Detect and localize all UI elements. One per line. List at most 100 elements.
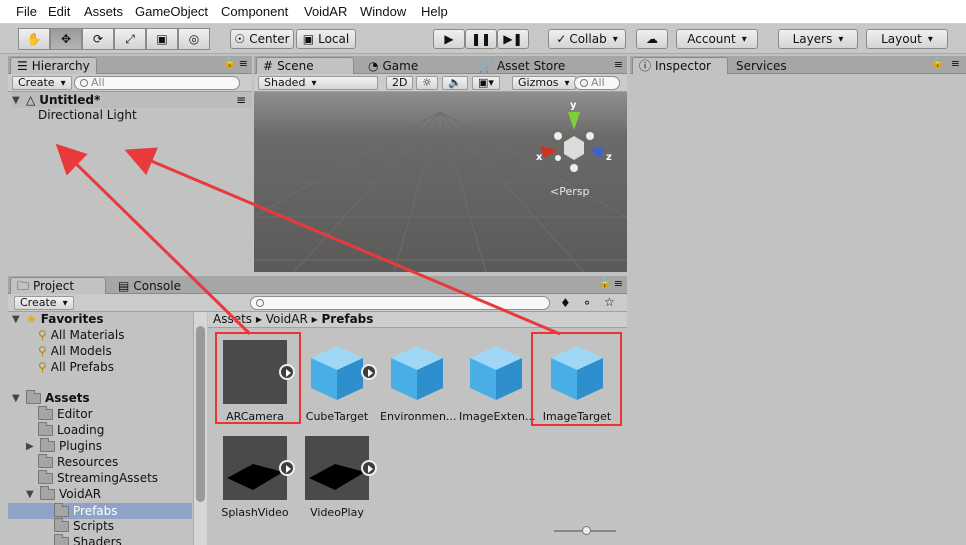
folder-item[interactable]: Shaders	[54, 533, 122, 545]
asset-item[interactable]: ImageExten...	[459, 340, 535, 423]
folder-item[interactable]: ▶ Plugins	[26, 437, 102, 453]
account-dropdown[interactable]: Account	[676, 29, 758, 49]
project-create-button[interactable]: Create	[14, 296, 74, 310]
play-icon[interactable]	[361, 364, 377, 380]
folder-item[interactable]: StreamingAssets	[38, 469, 158, 485]
rotate-tool-button[interactable]: ⟳	[82, 28, 114, 50]
tab-hierarchy[interactable]: ☰ Hierarchy	[10, 57, 97, 74]
layers-dropdown[interactable]: Layers	[778, 29, 858, 49]
breadcrumb-item[interactable]: VoidAR	[266, 312, 308, 326]
filter-type-icon[interactable]: ♦	[560, 296, 571, 310]
scrollbar-thumb[interactable]	[196, 326, 205, 502]
tab-services[interactable]: Services	[730, 57, 793, 74]
slider-handle[interactable]	[582, 526, 591, 535]
folder-item[interactable]: Loading	[38, 421, 105, 437]
asset-item[interactable]: CubeTarget	[300, 340, 377, 423]
project-search-input[interactable]	[250, 296, 550, 310]
scene-row[interactable]: ▼ △ Untitled* ≡	[12, 92, 252, 108]
menu-assets[interactable]: Assets	[84, 4, 123, 19]
folder-item[interactable]: Scripts	[54, 517, 115, 533]
thumbnail-size-slider[interactable]	[554, 526, 616, 535]
layout-label: Layout	[881, 32, 922, 46]
step-button[interactable]: ▶❚	[497, 29, 529, 49]
pivot-button[interactable]: ☉ Center	[230, 29, 294, 49]
menu-edit[interactable]: Edit	[48, 4, 70, 19]
inspector-panel: ⓘ Inspector Services 🔒 ≡	[630, 56, 966, 545]
scene-menu-icon[interactable]: ≡	[236, 93, 246, 107]
menu-window[interactable]: Window	[360, 4, 406, 19]
folder-item[interactable]: Editor	[38, 405, 93, 421]
menu-gameobject[interactable]: GameObject	[135, 4, 208, 19]
hand-tool-button[interactable]: ✋	[18, 28, 50, 50]
tab-scene[interactable]: # Scene	[256, 57, 354, 74]
effects-button[interactable]: ▣▾	[472, 76, 500, 90]
play-icon[interactable]	[361, 460, 377, 476]
play-button[interactable]: ▶	[433, 29, 465, 49]
space-label: Local	[318, 32, 350, 46]
lighting-button[interactable]: ☼	[416, 76, 438, 90]
expand-icon[interactable]: ▼	[12, 393, 22, 404]
breadcrumb-item[interactable]: Assets	[213, 312, 252, 326]
tab-asset-store[interactable]: 🛒 Asset Store	[472, 57, 571, 74]
transform-tool-button[interactable]: ◎	[178, 28, 210, 50]
tab-game[interactable]: ◔ Game	[362, 57, 424, 74]
mode-2d-button[interactable]: 2D	[386, 76, 414, 90]
hierarchy-item[interactable]: Directional Light	[38, 108, 137, 122]
shading-dropdown[interactable]: Shaded	[258, 76, 378, 90]
expand-icon[interactable]: ▼	[26, 489, 36, 500]
filter-label-icon[interactable]: ⚬	[582, 296, 592, 310]
tree-scrollbar[interactable]	[193, 312, 207, 545]
space-button[interactable]: ▣ Local	[296, 29, 356, 49]
collab-dropdown[interactable]: ✓ Collab	[548, 29, 626, 49]
collapse-icon[interactable]: ▶	[26, 441, 36, 452]
expand-icon[interactable]: ▼	[12, 314, 22, 325]
lock-icon[interactable]: 🔒	[932, 58, 944, 69]
tab-console[interactable]: ▤ Console	[112, 277, 187, 294]
cloud-button[interactable]: ☁	[636, 29, 668, 49]
tab-project[interactable]: 🗀 Project	[10, 277, 106, 294]
folder-label: Loading	[57, 423, 105, 437]
folder-item-selected[interactable]: Prefabs	[8, 502, 192, 519]
layout-dropdown[interactable]: Layout	[866, 29, 948, 49]
menu-help[interactable]: Help	[421, 4, 448, 19]
menu-component[interactable]: Component	[221, 4, 288, 19]
favorite-star-icon[interactable]: ☆	[604, 295, 615, 309]
asset-item[interactable]: VideoPlay	[300, 436, 377, 519]
scene-viewport[interactable]: y x z <Persp	[254, 92, 627, 272]
persp-label[interactable]: <Persp	[550, 185, 589, 198]
folder-label: Scripts	[73, 519, 115, 533]
favorite-item[interactable]: ⚲ All Prefabs	[38, 360, 114, 374]
folder-item[interactable]: ▼ VoidAR	[26, 485, 101, 501]
expand-icon[interactable]: ▼	[12, 95, 22, 106]
move-tool-button[interactable]: ✥	[50, 28, 82, 50]
audio-button[interactable]: 🔈	[442, 76, 468, 90]
favorite-item[interactable]: ⚲ All Materials	[38, 328, 125, 342]
menu-voidar[interactable]: VoidAR	[304, 4, 347, 19]
hierarchy-create-button[interactable]: Create	[12, 76, 72, 90]
favorite-label: All Models	[50, 344, 112, 358]
list-icon: ☰	[17, 59, 28, 73]
menu-file[interactable]: File	[16, 4, 37, 19]
tab-services-label: Services	[736, 58, 787, 73]
panel-menu-icon[interactable]: ≡	[239, 57, 248, 70]
favorite-item[interactable]: ⚲ All Models	[38, 344, 112, 358]
lock-icon[interactable]: 🔒	[599, 278, 611, 289]
scene-search-input[interactable]: All	[574, 76, 620, 90]
folder-item[interactable]: Resources	[38, 453, 118, 469]
favorites-header[interactable]: ▼ ★ Favorites	[12, 312, 103, 326]
panel-menu-icon[interactable]: ≡	[951, 57, 960, 70]
hierarchy-search-input[interactable]: All	[74, 76, 240, 90]
panel-menu-icon[interactable]: ≡	[614, 277, 623, 290]
gizmos-dropdown[interactable]: Gizmos	[512, 76, 576, 90]
cube-icon: ▣	[302, 32, 315, 46]
lock-icon[interactable]: 🔒	[224, 58, 236, 69]
panel-menu-icon[interactable]: ≡	[614, 58, 623, 71]
rect-tool-button[interactable]: ▣	[146, 28, 178, 50]
asset-item[interactable]: SplashVideo	[218, 436, 295, 519]
assets-header[interactable]: ▼ Assets	[12, 389, 90, 405]
scale-tool-button[interactable]: ⤢	[114, 28, 146, 50]
asset-item[interactable]: Environmen...	[380, 340, 456, 423]
tab-inspector[interactable]: ⓘ Inspector	[632, 57, 728, 74]
pause-button[interactable]: ❚❚	[465, 29, 497, 49]
play-icon[interactable]	[279, 460, 295, 476]
